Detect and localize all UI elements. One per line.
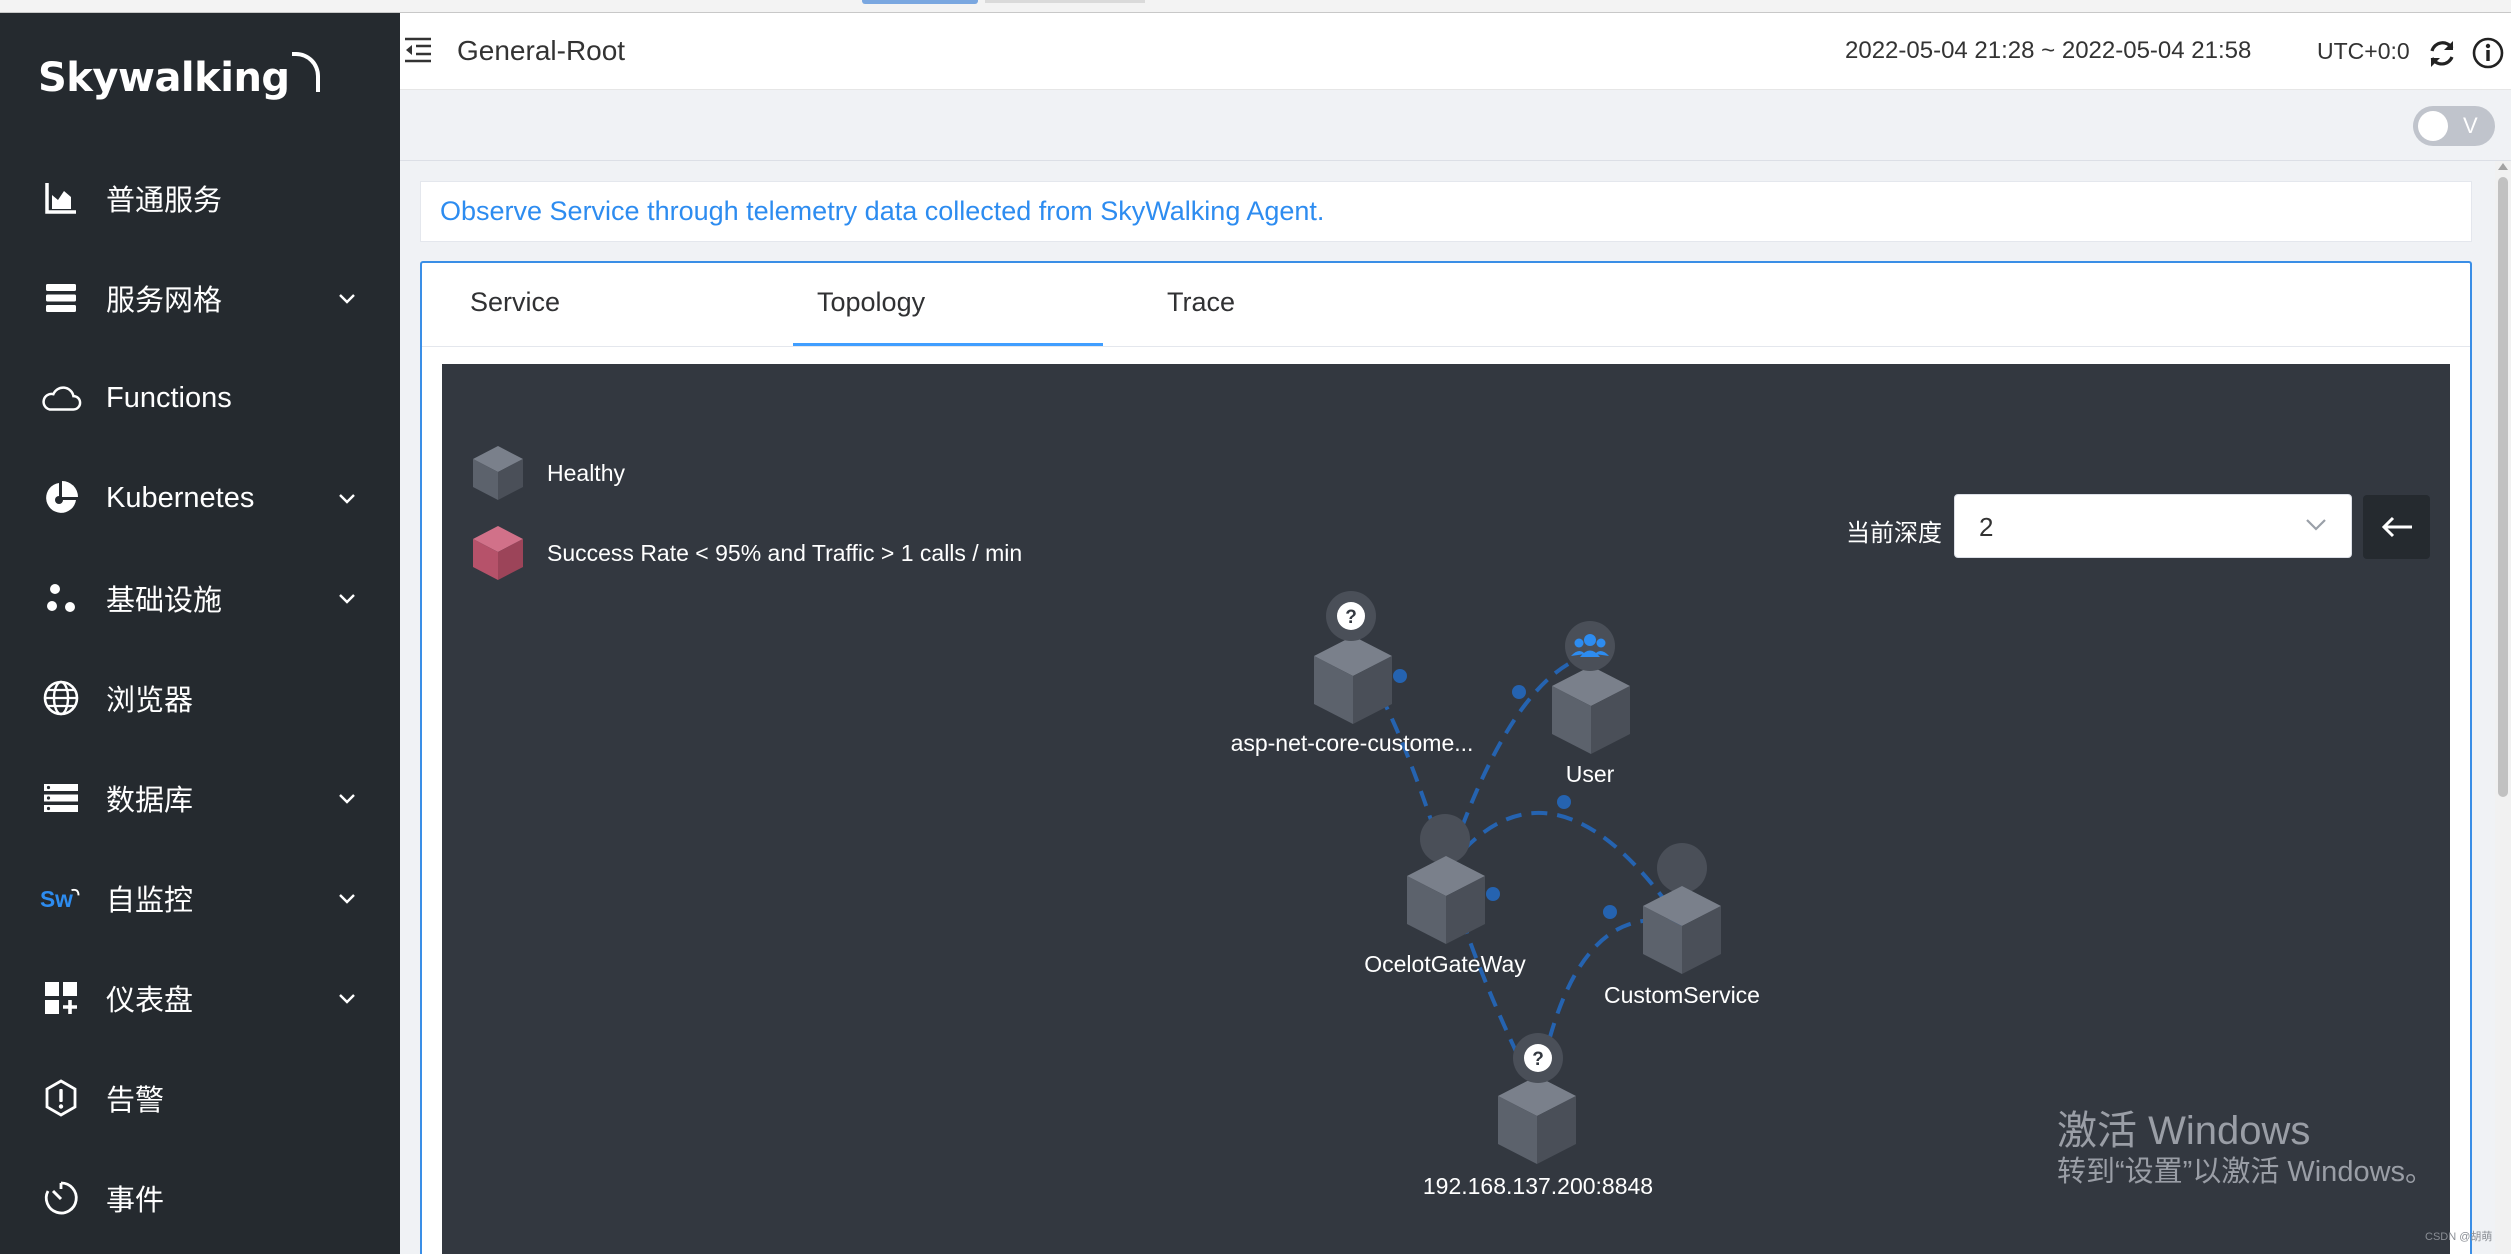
sidebar-item-label: 自监控 <box>106 885 194 917</box>
tab-active-indicator <box>793 343 1103 346</box>
logo-swirl-icon <box>291 52 320 92</box>
globe-icon <box>40 677 82 719</box>
chevron-down-icon[interactable] <box>333 884 361 912</box>
sidebar-item-label: 基础设施 <box>106 585 223 617</box>
description-text: Observe Service through telemetry data c… <box>440 196 1325 226</box>
sidebar-item-service-mesh[interactable]: 服务网格 <box>0 248 400 348</box>
node-asp-net-core[interactable]: ? asp-net-core-custome... <box>1231 591 1474 756</box>
browser-top-strip <box>0 0 2511 13</box>
edge-dot <box>1393 669 1407 683</box>
sidebar-item-label: Functions <box>106 381 232 414</box>
page-title: General-Root <box>457 35 626 66</box>
dots-cluster-icon <box>40 577 82 619</box>
reload-icon[interactable] <box>2425 37 2459 71</box>
sidebar-item-alarm[interactable]: 告警 <box>0 1048 400 1148</box>
sidebar-item-kubernetes[interactable]: Kubernetes <box>0 448 400 548</box>
node-ocelotgateway[interactable]: OcelotGateWay <box>1364 814 1526 977</box>
tab-topology[interactable]: Topology <box>817 287 925 318</box>
sidebar-item-self-observability[interactable]: Sw 自监控 <box>0 848 400 948</box>
chevron-down-icon[interactable] <box>333 484 361 512</box>
svg-text:?: ? <box>1345 607 1357 628</box>
node-nacos[interactable]: ? 192.168.137.200:8848 <box>1423 1033 1653 1199</box>
node-label: 192.168.137.200:8848 <box>1423 1173 1653 1199</box>
switch-label: V <box>2463 113 2478 138</box>
svg-text:Sw: Sw <box>40 886 73 912</box>
node-label: User <box>1566 761 1615 787</box>
time-range-picker[interactable]: 2022-05-04 21:28 ~ 2022-05-04 21:58 <box>1845 37 2251 65</box>
layers-icon <box>40 277 82 319</box>
browser-tab-indicator-2[interactable] <box>985 0 1145 3</box>
logo-text: Skywalking <box>38 55 290 101</box>
timezone-label[interactable]: UTC+0:0 <box>2317 38 2410 65</box>
chevron-down-icon[interactable] <box>333 284 361 312</box>
sidebar-nav: 普通服务 服务网格 Functions Kubernetes 基础设施 浏览器 … <box>0 148 400 1248</box>
csdn-watermark: CSDN @胡萌 <box>2425 1231 2493 1243</box>
windows-activation-subtitle: 转到“设置”以激活 Windows。 <box>2057 1156 2435 1188</box>
tab-trace[interactable]: Trace <box>1167 287 1235 318</box>
sidebar-item-event[interactable]: 事件 <box>0 1148 400 1248</box>
sidebar-item-label: 数据库 <box>106 785 194 817</box>
node-label: OcelotGateWay <box>1364 951 1526 977</box>
timer-icon <box>40 1177 82 1219</box>
sidebar-item-general-service[interactable]: 普通服务 <box>0 148 400 248</box>
v-toggle-switch[interactable]: V <box>2413 106 2495 146</box>
sidebar-item-database[interactable]: 数据库 <box>0 748 400 848</box>
sidebar-item-label: Kubernetes <box>106 481 255 514</box>
bar-chart-icon <box>40 177 82 219</box>
node-user[interactable]: User <box>1552 621 1630 787</box>
node-label: CustomService <box>1604 982 1760 1008</box>
cloud-icon <box>40 377 82 419</box>
dashboard-grid-icon <box>40 977 82 1019</box>
switch-knob <box>2418 111 2448 141</box>
edge-dot <box>1512 685 1526 699</box>
top-header: General-Root 2022-05-04 21:28 ~ 2022-05-… <box>400 13 2511 90</box>
description-bar: Observe Service through telemetry data c… <box>420 181 2472 242</box>
edge-dot <box>1486 887 1500 901</box>
scroll-up-arrow[interactable] <box>2498 163 2508 170</box>
chevron-down-icon[interactable] <box>333 784 361 812</box>
skywalking-logo[interactable]: Skywalking <box>38 43 320 113</box>
pie-chart-icon <box>40 477 82 519</box>
sidebar-item-label: 浏览器 <box>106 685 194 717</box>
vertical-scrollbar[interactable] <box>2495 161 2511 1254</box>
menu-fold-icon[interactable] <box>402 35 434 65</box>
sidebar-item-label: 事件 <box>106 1185 165 1217</box>
sidebar-item-browser[interactable]: 浏览器 <box>0 648 400 748</box>
sidebar-item-label: 普通服务 <box>106 185 223 217</box>
svg-text:?: ? <box>1532 1049 1544 1070</box>
chevron-down-icon[interactable] <box>333 984 361 1012</box>
scrollbar-thumb[interactable] <box>2498 177 2508 797</box>
sidebar-item-label: 服务网格 <box>106 285 223 317</box>
sidebar-item-infrastructure[interactable]: 基础设施 <box>0 548 400 648</box>
toolbar-band: V <box>400 90 2511 161</box>
edge-dot <box>1557 795 1571 809</box>
alert-shield-icon <box>40 1077 82 1119</box>
tab-bar: Service Topology Trace <box>422 263 2470 347</box>
sidebar-item-label: 仪表盘 <box>106 985 194 1017</box>
sw-logo-icon: Sw <box>40 877 82 919</box>
tab-service[interactable]: Service <box>470 287 560 318</box>
browser-tab-indicator[interactable] <box>862 0 978 4</box>
sidebar: Skywalking 普通服务 服务网格 Functions Kubernete… <box>0 13 400 1254</box>
info-icon[interactable] <box>2471 36 2505 70</box>
database-list-icon <box>40 777 82 819</box>
sidebar-item-dashboard[interactable]: 仪表盘 <box>0 948 400 1048</box>
sidebar-item-functions[interactable]: Functions <box>0 348 400 448</box>
chevron-down-icon[interactable] <box>333 584 361 612</box>
node-label: asp-net-core-custome... <box>1231 730 1474 756</box>
sidebar-item-label: 告警 <box>106 1085 165 1117</box>
edge-dot <box>1603 905 1617 919</box>
